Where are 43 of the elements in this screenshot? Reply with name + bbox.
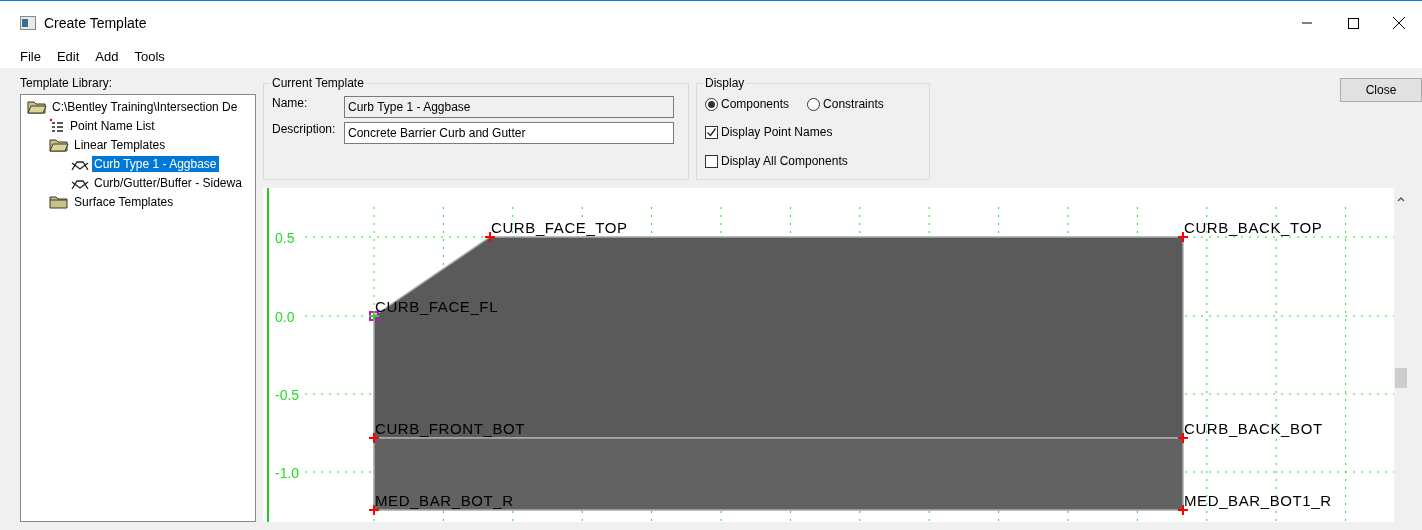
radio-label[interactable]: Components — [721, 97, 790, 111]
checkbox[interactable] — [705, 154, 718, 168]
close-dialog-button[interactable]: Close — [1340, 78, 1422, 102]
group-title: Display — [704, 76, 746, 90]
curb-component[interactable] — [373, 236, 1184, 439]
point-name: CURB_FACE_TOP — [491, 219, 628, 236]
point-name: MED_BAR_BOT_R — [375, 492, 514, 509]
radio-label[interactable]: Constraints — [823, 97, 884, 111]
axis-label: -1.0 — [275, 465, 300, 481]
scroll-thumb[interactable] — [1395, 368, 1407, 388]
list-icon — [49, 117, 65, 134]
group-title: Current Template — [271, 76, 365, 90]
point-name: CURB_FRONT_BOT — [375, 420, 526, 437]
field-label: Description: — [272, 122, 337, 136]
checkbox-label[interactable]: Display Point Names — [721, 125, 833, 139]
tree-item[interactable]: C:\Bentley Training\Intersection De — [50, 98, 240, 115]
menu-item[interactable]: File — [12, 48, 49, 64]
scroll-up-icon[interactable] — [1397, 196, 1405, 202]
menu-item[interactable]: Add — [87, 48, 127, 64]
checkbox-label[interactable]: Display All Components — [721, 154, 848, 168]
point-name: CURB_BACK_TOP — [1184, 219, 1323, 236]
field-label: Name: — [272, 96, 309, 110]
axis-label: 0.5 — [275, 230, 295, 246]
radio-button[interactable] — [705, 97, 718, 111]
tree-item[interactable]: Linear Templates — [72, 136, 168, 153]
text-field[interactable]: Concrete Barrier Curb and Gutter — [344, 122, 674, 144]
maximize-icon[interactable] — [1347, 16, 1359, 29]
tree-item[interactable]: Curb/Gutter/Buffer - Sidewa — [92, 174, 244, 191]
tree-item[interactable]: Point Name List — [68, 117, 157, 134]
axis-label: 0.0 — [275, 309, 295, 325]
point-name: CURB_BACK_BOT — [1184, 420, 1323, 437]
menu-item[interactable]: Tools — [126, 48, 173, 64]
checkbox[interactable] — [705, 125, 718, 139]
library-label: Template Library: — [20, 76, 114, 90]
radio-button[interactable] — [807, 97, 821, 111]
axis-label: -0.5 — [275, 387, 300, 403]
window-title: Create Template — [44, 14, 148, 31]
tree-item[interactable]: Surface Templates — [72, 193, 176, 210]
tree-item[interactable]: Curb Type 1 - Aggbase — [92, 155, 219, 172]
point-name: MED_BAR_BOT1_R — [1184, 492, 1332, 509]
menu-item[interactable]: Edit — [48, 48, 88, 64]
close-icon[interactable] — [1392, 15, 1406, 30]
app-icon — [20, 15, 36, 30]
